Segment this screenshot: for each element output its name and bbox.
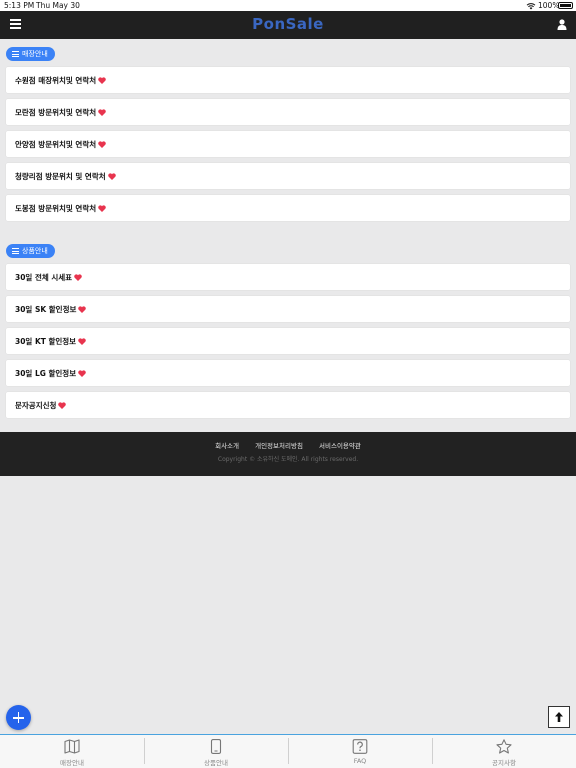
footer-links: 회사소개 개인정보처리방침 서비스이용약관 <box>0 440 576 450</box>
product-item-lg[interactable]: 30일 LG 할인정보 <box>6 360 570 386</box>
heart-icon <box>98 140 106 148</box>
map-icon <box>64 739 80 754</box>
tab-notices[interactable]: 공지사항 <box>432 735 576 768</box>
tab-products[interactable]: 상품안내 <box>144 735 288 768</box>
heart-icon <box>98 76 106 84</box>
list-item-label: 문자공지신청 <box>15 400 57 410</box>
section-title-label: 상품안내 <box>22 247 48 255</box>
battery-icon <box>558 2 573 9</box>
tab-label: 상품안내 <box>204 759 228 767</box>
status-date: Thu May 30 <box>36 1 80 10</box>
wifi-icon <box>526 3 536 10</box>
footer-link-about[interactable]: 회사소개 <box>215 442 239 450</box>
section-title-stores: 매장안내 <box>6 47 55 61</box>
store-item-moran[interactable]: 모란점 방문위치및 연락처 <box>6 99 570 125</box>
user-icon[interactable] <box>557 19 567 30</box>
store-item-cheongnyangni[interactable]: 청량리점 방문위치 및 연락처 <box>6 163 570 189</box>
add-fab-button[interactable] <box>6 705 31 730</box>
store-item-anyang[interactable]: 안양점 방문위치및 연락처 <box>6 131 570 157</box>
section-title-products: 상품안내 <box>6 244 55 258</box>
bottom-tab-bar: 매장안내 상품안내 FAQ 공지사항 <box>0 734 576 768</box>
footer-copyright: Copyright © 소유하신 도메인. All rights reserve… <box>217 456 359 463</box>
list-item-label: 청량리점 방문위치 및 연락처 <box>15 171 106 181</box>
status-time: 5:13 PM <box>4 1 35 10</box>
tab-label: FAQ <box>353 757 367 765</box>
scroll-to-top-button[interactable] <box>548 706 570 728</box>
star-icon <box>496 739 512 754</box>
tab-label: 공지사항 <box>492 759 516 767</box>
list-item-label: 수원점 매장위치및 연락처 <box>15 75 97 85</box>
question-icon <box>352 739 368 754</box>
heart-icon <box>74 273 82 281</box>
list-item-label: 도봉점 방문위치및 연락처 <box>15 203 97 213</box>
list-item-label: 30일 KT 할인정보 <box>15 336 77 346</box>
store-item-dobong[interactable]: 도봉점 방문위치및 연락처 <box>6 195 570 221</box>
list-item-label: 안양점 방문위치및 연락처 <box>15 139 97 149</box>
section-title-label: 매장안내 <box>22 50 48 58</box>
footer-link-terms[interactable]: 서비스이용약관 <box>319 442 361 450</box>
tab-faq[interactable]: FAQ <box>288 735 432 768</box>
list-item-label: 모란점 방문위치및 연락처 <box>15 107 97 117</box>
heart-icon <box>107 172 116 180</box>
tab-stores[interactable]: 매장안내 <box>0 735 144 768</box>
arrow-up-icon <box>555 712 563 722</box>
product-item-sms-notice[interactable]: 문자공지신청 <box>6 392 570 418</box>
store-item-suwon[interactable]: 수원점 매장위치및 연락처 <box>6 67 570 93</box>
footer-link-privacy[interactable]: 개인정보처리방침 <box>255 442 303 450</box>
heart-icon <box>78 337 86 345</box>
heart-icon <box>98 204 106 212</box>
status-bar: 5:13 PM Thu May 30 100% <box>0 0 576 11</box>
list-item-label: 30일 전체 시세표 <box>15 272 73 282</box>
list-item-label: 30일 SK 할인정보 <box>15 304 77 314</box>
phone-icon <box>210 739 222 754</box>
site-logo[interactable]: PonSale <box>0 15 576 33</box>
list-icon <box>12 248 19 254</box>
product-item-price-list[interactable]: 30일 전체 시세표 <box>6 264 570 290</box>
top-nav: PonSale <box>0 11 576 39</box>
list-icon <box>12 51 19 57</box>
heart-icon <box>98 108 106 116</box>
heart-icon <box>78 369 86 377</box>
product-item-sk[interactable]: 30일 SK 할인정보 <box>6 296 570 322</box>
heart-icon <box>58 401 67 409</box>
site-footer: 회사소개 개인정보처리방침 서비스이용약관 Copyright © 소유하신 도… <box>0 432 576 476</box>
product-item-kt[interactable]: 30일 KT 할인정보 <box>6 328 570 354</box>
list-item-label: 30일 LG 할인정보 <box>15 368 77 378</box>
battery-percent: 100% <box>538 1 560 10</box>
heart-icon <box>78 305 87 313</box>
tab-label: 매장안내 <box>60 759 84 767</box>
